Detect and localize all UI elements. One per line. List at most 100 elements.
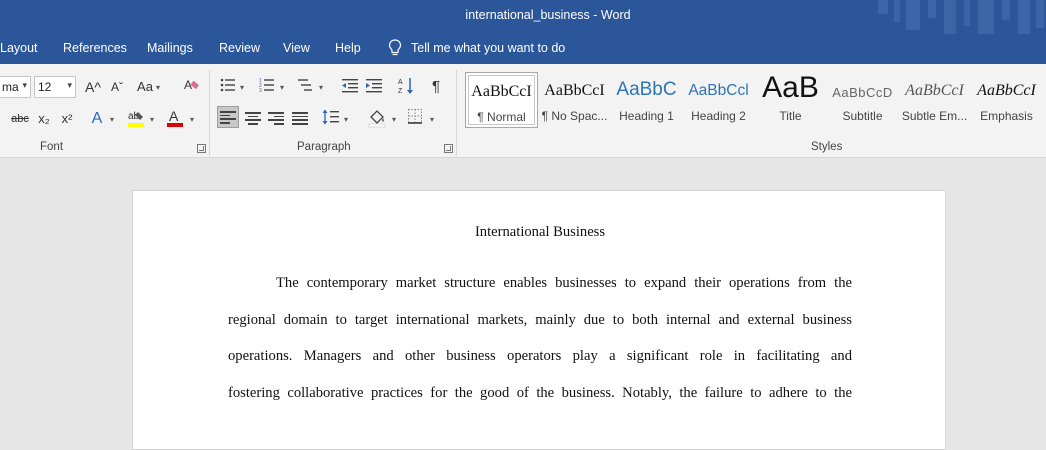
change-case-icon: Aa <box>137 79 153 94</box>
chevron-down-icon[interactable]: ▾ <box>390 110 398 130</box>
style-heading-2[interactable]: AaBbCcl Heading 2 <box>682 72 755 128</box>
font-size-value: 12 <box>38 80 52 94</box>
justify-icon <box>292 112 308 125</box>
style-normal[interactable]: AaBbCcI ¶ Normal <box>465 72 538 128</box>
tab-layout[interactable]: Layout <box>0 41 38 55</box>
svg-text:A: A <box>169 108 179 124</box>
bullets-icon <box>220 78 235 92</box>
highlighter-icon: ab <box>128 111 144 127</box>
style-name: Subtle Em... <box>901 109 968 123</box>
text-effects-button[interactable]: A <box>88 109 106 129</box>
font-dialog-launcher-icon[interactable] <box>197 144 206 153</box>
paragraph-group-label: Paragraph <box>297 141 351 153</box>
tab-references[interactable]: References <box>63 41 127 55</box>
style-sample: AaBbCcI <box>977 82 1036 99</box>
align-left-button[interactable] <box>217 106 239 128</box>
style-name: Heading 1 <box>619 109 674 123</box>
text-effects-icon: A <box>91 110 103 127</box>
strikethrough-button[interactable]: abc <box>9 109 31 129</box>
style-heading-1[interactable]: AaBbC Heading 1 <box>610 72 683 128</box>
style-sample: AaBbCcI <box>544 82 605 99</box>
font-size-combo[interactable]: 12 ▾ <box>34 76 76 98</box>
ribbon: ma ▾ 12 ▾ A^ Aˇ Aa ▾ A abc x₂ x² A ▾ ab … <box>0 64 1046 158</box>
style-sample: AaBbCcl <box>688 82 749 99</box>
style-no-spacing[interactable]: AaBbCcI ¶ No Spac... <box>538 72 611 128</box>
align-left-icon <box>220 111 236 124</box>
tell-me-box[interactable]: Tell me what you want to do <box>388 39 565 57</box>
numbering-button[interactable]: 1 2 3 <box>258 77 276 99</box>
group-divider <box>456 70 457 156</box>
increase-indent-icon <box>366 79 382 93</box>
decrease-indent-button[interactable] <box>340 77 360 99</box>
show-hide-marks-button[interactable]: ¶ <box>426 77 446 97</box>
title-bar-decoration <box>876 0 1046 34</box>
sort-icon: A Z <box>398 78 413 95</box>
style-sample: AaBbCcI <box>471 83 532 100</box>
style-emphasis[interactable]: AaBbCcI Emphasis <box>970 72 1043 128</box>
style-sample: AaB <box>762 71 819 104</box>
sort-button[interactable]: A Z <box>396 76 416 102</box>
shrink-font-icon: Aˇ <box>111 80 123 94</box>
svg-text:A: A <box>184 78 192 92</box>
decrease-indent-icon <box>342 79 358 93</box>
paragraph-line: fostering collaborative practices for th… <box>228 385 852 401</box>
styles-group-label: Styles <box>811 141 843 153</box>
style-name: ¶ Normal <box>477 110 526 124</box>
tab-view[interactable]: View <box>283 41 310 55</box>
svg-text:3: 3 <box>259 88 262 93</box>
chevron-down-icon[interactable]: ▾ <box>342 110 350 130</box>
superscript-icon: x² <box>61 111 73 126</box>
document-page[interactable]: International Business The contemporary … <box>132 190 946 450</box>
font-name-combo[interactable]: ma ▾ <box>0 76 31 98</box>
subscript-icon: x₂ <box>38 111 50 126</box>
increase-indent-button[interactable] <box>364 77 384 99</box>
chevron-down-icon[interactable]: ▾ <box>278 78 286 98</box>
style-name: Title <box>779 109 802 123</box>
tab-help[interactable]: Help <box>335 41 361 55</box>
line-spacing-button[interactable] <box>321 108 341 132</box>
bullets-button[interactable] <box>219 77 237 99</box>
style-subtle-emphasis[interactable]: AaBbCcI Subtle Em... <box>898 72 971 128</box>
tell-me-text: Tell me what you want to do <box>411 41 566 55</box>
style-name: Heading 2 <box>691 109 746 123</box>
font-color-button[interactable]: A <box>164 108 186 134</box>
superscript-button[interactable]: x² <box>57 109 77 129</box>
pilcrow-icon: ¶ <box>431 78 441 95</box>
chevron-down-icon[interactable]: ▾ <box>108 110 116 130</box>
title-bar: international_business - Word <box>0 0 1046 34</box>
style-title[interactable]: AaB Title <box>754 71 827 128</box>
paragraph-dialog-launcher-icon[interactable] <box>444 144 453 153</box>
chevron-down-icon[interactable]: ▾ <box>428 110 436 130</box>
align-center-icon <box>245 112 261 125</box>
tab-review[interactable]: Review <box>219 41 260 55</box>
multilevel-list-button[interactable] <box>296 77 314 99</box>
subscript-button[interactable]: x₂ <box>34 109 54 129</box>
document-title: International Business <box>474 224 606 240</box>
style-sample: AaBbCcI <box>905 82 964 99</box>
borders-button[interactable] <box>405 108 425 130</box>
chevron-down-icon[interactable]: ▾ <box>188 110 196 130</box>
shading-button[interactable] <box>366 108 388 134</box>
borders-icon <box>408 109 422 124</box>
chevron-down-icon[interactable]: ▾ <box>317 78 325 98</box>
change-case-button[interactable]: Aa <box>136 77 154 97</box>
paragraph-line: The contemporary market structure enable… <box>276 275 852 291</box>
style-sample: AaBbC <box>616 79 677 100</box>
grow-font-icon: A^ <box>85 79 101 95</box>
chevron-down-icon: ▾ <box>22 80 27 90</box>
font-name-value: ma <box>2 80 19 94</box>
lightbulb-icon <box>388 39 402 56</box>
highlight-button[interactable]: ab <box>125 108 147 134</box>
shrink-font-button[interactable]: Aˇ <box>107 77 127 97</box>
paragraph-line: regional domain to target international … <box>228 312 852 328</box>
style-name: ¶ No Spac... <box>541 109 608 123</box>
tab-mailings[interactable]: Mailings <box>147 41 193 55</box>
chevron-down-icon[interactable]: ▾ <box>148 110 156 130</box>
paint-bucket-icon <box>368 110 386 128</box>
style-subtitle[interactable]: AaBbCcD Subtitle <box>826 72 899 128</box>
chevron-down-icon[interactable]: ▾ <box>154 78 162 98</box>
chevron-down-icon[interactable]: ▾ <box>238 78 246 98</box>
clear-formatting-button[interactable]: A <box>182 77 200 99</box>
numbering-icon: 1 2 3 <box>259 78 274 94</box>
grow-font-button[interactable]: A^ <box>83 77 103 97</box>
